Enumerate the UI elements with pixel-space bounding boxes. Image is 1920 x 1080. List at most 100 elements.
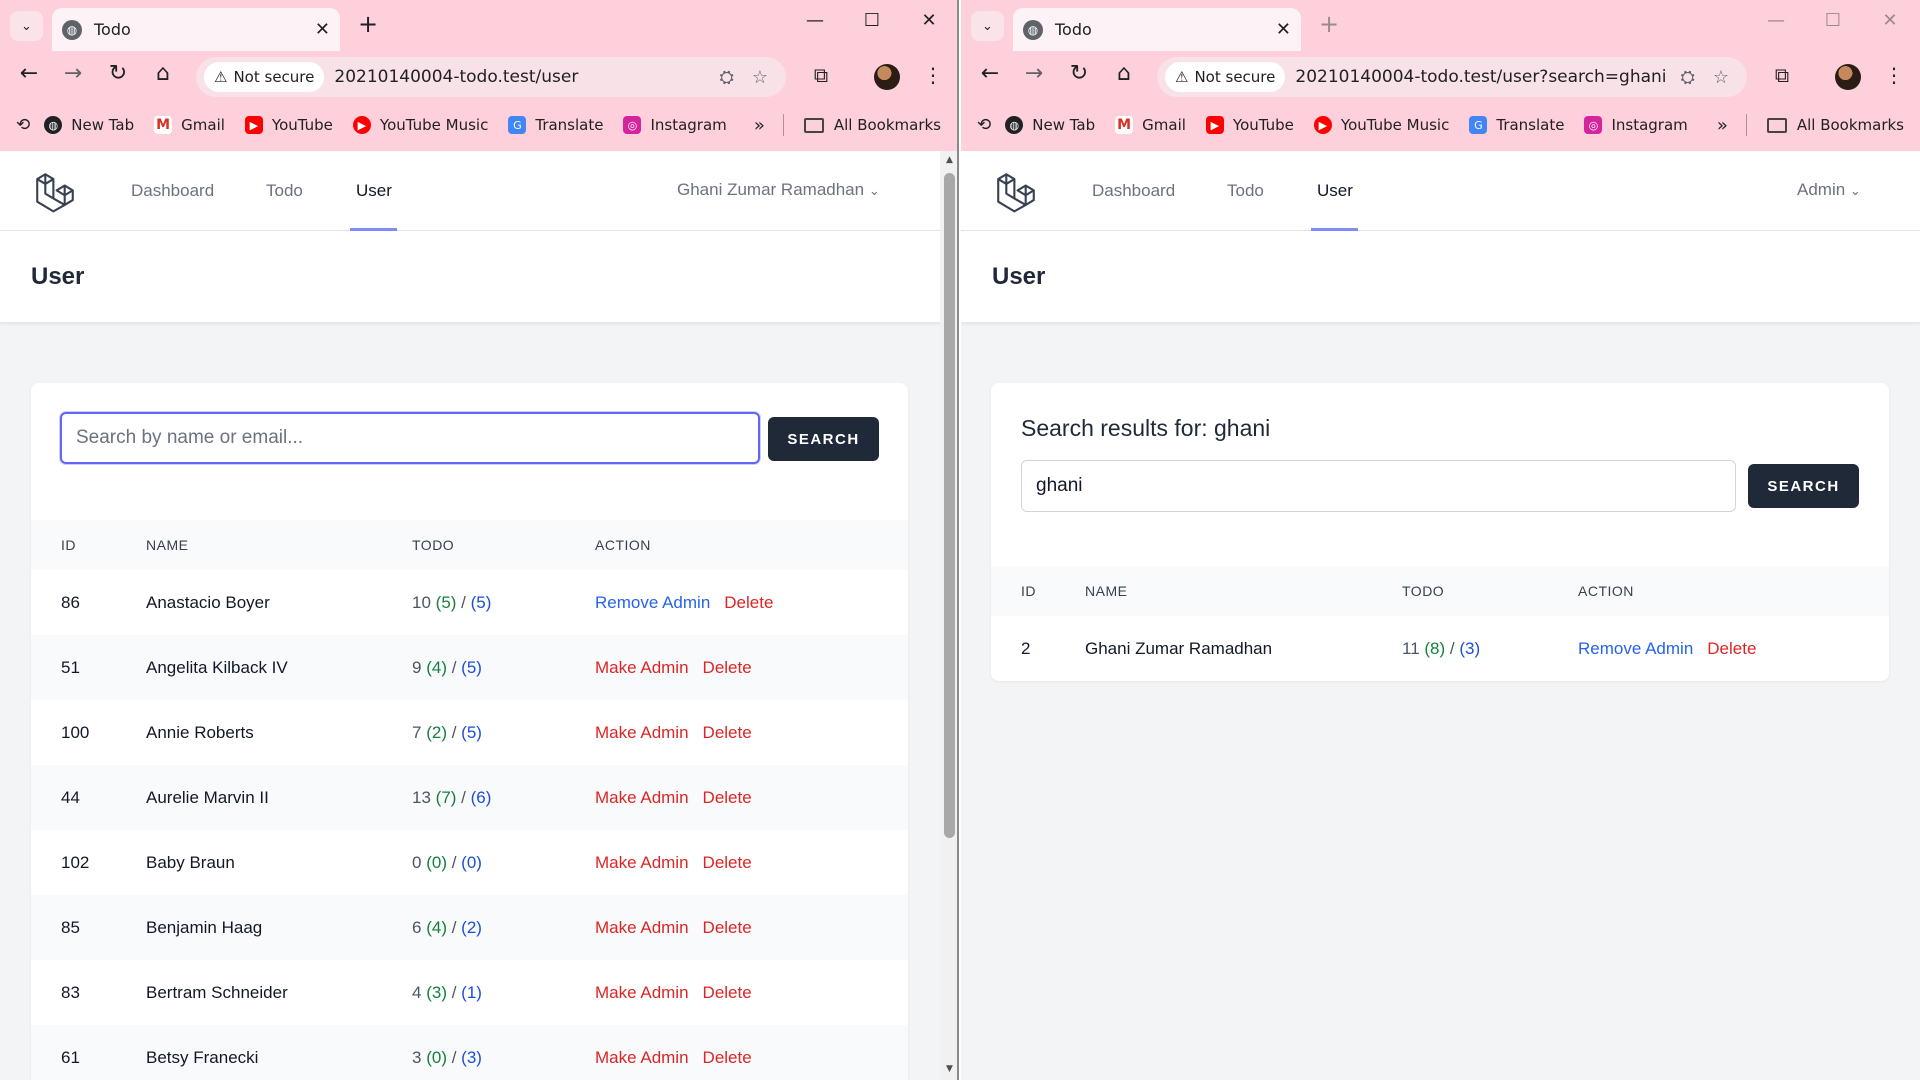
star-icon[interactable]: ☆: [752, 67, 768, 88]
minimize-button[interactable]: —: [1761, 10, 1791, 31]
tab-search-button[interactable]: ⌄: [10, 11, 43, 41]
cell-action: Make Admin Delete: [595, 895, 908, 960]
delete-link[interactable]: Delete: [703, 918, 752, 937]
reload-icon[interactable]: ↻: [1064, 61, 1094, 86]
nav-dashboard[interactable]: Dashboard: [1092, 181, 1175, 201]
nav-dashboard[interactable]: Dashboard: [131, 181, 214, 201]
all-bookmarks-button[interactable]: All Bookmarks: [1766, 116, 1904, 134]
make-admin-link[interactable]: Make Admin: [595, 1048, 689, 1067]
search-button[interactable]: SEARCH: [1748, 464, 1859, 508]
all-bookmarks-button[interactable]: All Bookmarks: [803, 116, 941, 134]
todo-pending: (0): [461, 852, 482, 872]
bookmark-translate[interactable]: G Translate: [508, 116, 603, 134]
nav-user[interactable]: User: [356, 181, 392, 201]
new-tab-button[interactable]: +: [354, 10, 382, 38]
search-results-card: Search results for: ghani ghani SEARCH I…: [991, 383, 1889, 681]
kebab-menu-icon[interactable]: ⋮: [918, 63, 948, 87]
history-icon[interactable]: ⟲: [16, 115, 30, 135]
delete-link[interactable]: Delete: [724, 593, 773, 612]
bookmark-instagram[interactable]: ◎ Instagram: [623, 116, 727, 134]
bookmark-translate[interactable]: G Translate: [1469, 116, 1564, 134]
user-menu-dropdown[interactable]: Admin ⌄: [1797, 180, 1861, 200]
nav-user[interactable]: User: [1317, 181, 1353, 201]
url-text[interactable]: 20210140004-todo.test/user: [334, 67, 719, 87]
table-row: 61 Betsy Franecki 3 (0) / (3) Make Admin Del…: [31, 1025, 908, 1080]
url-text[interactable]: 20210140004-todo.test/user?search=ghani: [1295, 67, 1680, 87]
bookmark-youtube[interactable]: ▶ YouTube: [244, 116, 333, 134]
bookmark-gmail[interactable]: M Gmail: [154, 116, 225, 134]
delete-link[interactable]: Delete: [703, 1048, 752, 1067]
make-admin-link[interactable]: Make Admin: [595, 723, 689, 742]
translate-page-icon[interactable]: ⛭: [719, 67, 733, 88]
make-admin-link[interactable]: Make Admin: [595, 853, 689, 872]
user-menu-label: Admin: [1797, 180, 1846, 199]
maximize-button[interactable]: ☐: [857, 10, 887, 31]
close-icon[interactable]: ✕: [1276, 19, 1291, 40]
user-menu-dropdown[interactable]: Ghani Zumar Ramadhan ⌄: [677, 180, 880, 200]
forward-arrow-icon[interactable]: →: [1019, 61, 1049, 86]
minimize-button[interactable]: —: [800, 10, 830, 31]
extensions-icon[interactable]: ⧉: [806, 63, 836, 87]
extensions-icon[interactable]: ⧉: [1767, 63, 1797, 87]
bookmark-new-tab[interactable]: ◍ New Tab: [44, 116, 134, 134]
scroll-up-icon[interactable]: ▲: [940, 155, 957, 165]
make-admin-link[interactable]: Make Admin: [595, 983, 689, 1002]
remove-admin-link[interactable]: Remove Admin: [595, 593, 710, 612]
delete-link[interactable]: Delete: [1707, 639, 1756, 658]
close-window-button[interactable]: ✕: [1875, 10, 1905, 31]
laravel-logo-icon[interactable]: [995, 171, 1037, 213]
history-icon[interactable]: ⟲: [977, 115, 991, 135]
back-arrow-icon[interactable]: ←: [14, 61, 44, 86]
bookmark-gmail[interactable]: M Gmail: [1115, 116, 1186, 134]
security-label: Not secure: [233, 68, 315, 86]
delete-link[interactable]: Delete: [703, 658, 752, 677]
scroll-down-icon[interactable]: ▼: [940, 1064, 957, 1074]
nav-todo[interactable]: Todo: [1227, 181, 1264, 201]
star-icon[interactable]: ☆: [1713, 67, 1729, 88]
browser-tab[interactable]: ◍ Todo ✕: [52, 8, 340, 51]
profile-avatar[interactable]: [874, 64, 900, 90]
close-icon[interactable]: ✕: [315, 19, 330, 40]
page-scrollbar[interactable]: ▲ ▼: [940, 151, 957, 1080]
search-button[interactable]: SEARCH: [768, 417, 879, 461]
more-bookmarks-icon[interactable]: »: [1717, 115, 1728, 136]
nav-todo[interactable]: Todo: [266, 181, 303, 201]
bookmark-instagram[interactable]: ◎ Instagram: [1584, 116, 1688, 134]
bookmark-new-tab[interactable]: ◍ New Tab: [1005, 116, 1095, 134]
bookmark-youtube-music[interactable]: ▶ YouTube Music: [1313, 116, 1449, 134]
address-bar[interactable]: ⚠ Not secure 20210140004-todo.test/user?s…: [1157, 57, 1747, 97]
todo-total: 10: [412, 592, 431, 612]
tab-search-button[interactable]: ⌄: [971, 11, 1004, 41]
browser-tab[interactable]: ◍ Todo ✕: [1013, 8, 1301, 51]
bookmark-youtube[interactable]: ▶ YouTube: [1205, 116, 1294, 134]
make-admin-link[interactable]: Make Admin: [595, 788, 689, 807]
home-icon[interactable]: ⌂: [1109, 61, 1139, 86]
address-bar[interactable]: ⚠ Not secure 20210140004-todo.test/user ⛭…: [196, 57, 786, 97]
kebab-menu-icon[interactable]: ⋮: [1879, 63, 1909, 87]
maximize-button[interactable]: ☐: [1818, 10, 1848, 31]
delete-link[interactable]: Delete: [703, 788, 752, 807]
remove-admin-link[interactable]: Remove Admin: [1578, 639, 1693, 658]
security-chip[interactable]: ⚠ Not secure: [204, 62, 325, 92]
make-admin-link[interactable]: Make Admin: [595, 918, 689, 937]
profile-avatar[interactable]: [1835, 64, 1861, 90]
close-window-button[interactable]: ✕: [914, 10, 944, 31]
delete-link[interactable]: Delete: [703, 723, 752, 742]
laravel-logo-icon[interactable]: [34, 171, 76, 213]
reload-icon[interactable]: ↻: [103, 61, 133, 86]
back-arrow-icon[interactable]: ←: [975, 61, 1005, 86]
make-admin-link[interactable]: Make Admin: [595, 658, 689, 677]
delete-link[interactable]: Delete: [703, 983, 752, 1002]
home-icon[interactable]: ⌂: [148, 61, 178, 86]
bookmark-youtube-music[interactable]: ▶ YouTube Music: [352, 116, 488, 134]
search-input[interactable]: Search by name or email...: [60, 412, 760, 464]
cell-name: Ghani Zumar Ramadhan: [1085, 638, 1273, 658]
security-chip[interactable]: ⚠ Not secure: [1165, 62, 1286, 92]
translate-page-icon[interactable]: ⛭: [1680, 67, 1694, 88]
delete-link[interactable]: Delete: [703, 853, 752, 872]
search-input[interactable]: ghani: [1021, 460, 1736, 512]
scroll-thumb[interactable]: [944, 173, 955, 838]
new-tab-button[interactable]: +: [1315, 10, 1343, 38]
forward-arrow-icon[interactable]: →: [58, 61, 88, 86]
more-bookmarks-icon[interactable]: »: [754, 115, 765, 136]
